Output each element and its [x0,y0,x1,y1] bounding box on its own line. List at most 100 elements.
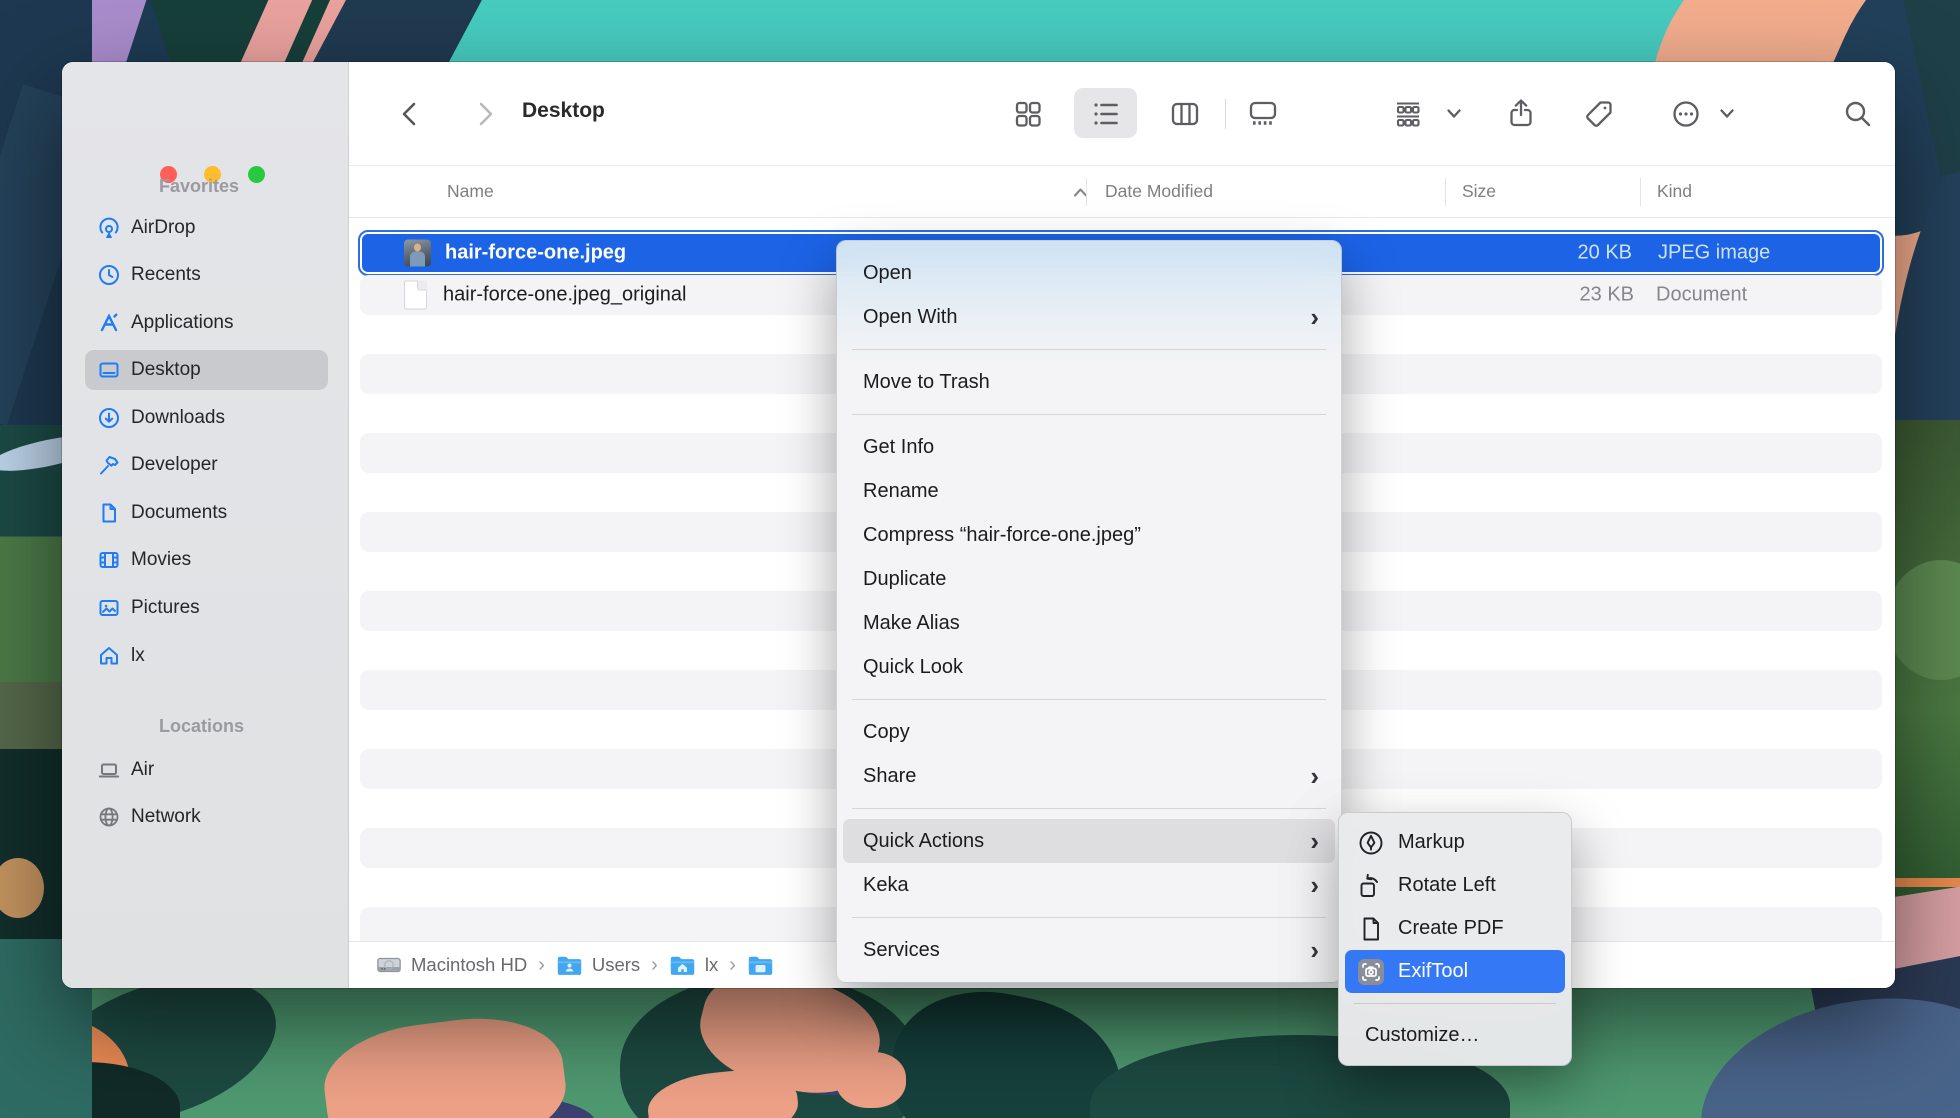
sidebar-item-documents[interactable]: Documents [85,493,328,533]
sidebar-item-home-lx[interactable]: lx [85,636,328,676]
window-title: Desktop [522,99,605,123]
submenu-item-create-pdf[interactable]: Create PDF [1345,907,1565,950]
folder-icon [747,953,774,977]
submenu-label: Create PDF [1398,917,1504,940]
path-separator: › [729,954,736,977]
sidebar-item-airdrop[interactable]: AirDrop [85,208,328,248]
submenu-label: Markup [1398,831,1465,854]
path-item-lx[interactable]: lx [669,953,718,977]
more-options-button[interactable] [1670,98,1702,130]
submenu-chevron-icon: › [1310,754,1319,798]
file-size: 23 KB [1580,283,1634,306]
menu-item-services[interactable]: Services› [837,928,1341,972]
exiftool-camera-icon [1357,958,1385,986]
context-menu: Open Open With› Move to Trash Get Info R… [836,240,1342,983]
menu-item-keka[interactable]: Keka› [837,863,1341,907]
sidebar-item-label: Movies [131,549,191,571]
column-header-kind[interactable]: Kind [1657,181,1692,202]
sidebar-item-applications[interactable]: Applications [85,303,328,343]
more-options-chevron-icon[interactable] [1719,108,1735,120]
gallery-view-button[interactable] [1247,98,1279,130]
toolbar-divider [1225,99,1226,129]
sidebar-item-label: Downloads [131,407,225,429]
column-view-button[interactable] [1169,98,1201,130]
menu-item-open-with[interactable]: Open With› [837,295,1341,339]
menu-item-duplicate[interactable]: Duplicate [837,557,1341,601]
submenu-item-exiftool[interactable]: ExifTool [1345,950,1565,993]
grid-view-button[interactable] [1012,98,1044,130]
sidebar-item-label: Network [131,806,201,828]
menu-item-share[interactable]: Share› [837,754,1341,798]
group-by-chevron-icon[interactable] [1446,108,1462,120]
menu-separator [852,349,1326,350]
menu-separator [852,808,1326,809]
column-header-size[interactable]: Size [1462,181,1496,202]
file-size: 20 KB [1578,242,1632,265]
airdrop-icon [97,216,121,240]
sidebar-item-label: lx [131,645,145,667]
folder-home-icon [669,953,696,977]
sidebar-item-label: Developer [131,454,218,476]
laptop-icon [97,758,121,782]
column-header-name[interactable]: Name [447,181,494,202]
sidebar-item-air[interactable]: Air [85,750,328,790]
sidebar-item-label: Air [131,759,154,781]
download-icon [97,406,121,430]
column-divider[interactable] [1086,178,1087,206]
share-button[interactable] [1505,98,1537,130]
group-by-button[interactable] [1392,98,1424,130]
column-divider[interactable] [1640,178,1641,206]
hammer-icon [97,453,121,477]
menu-separator [852,917,1326,918]
menu-item-move-to-trash[interactable]: Move to Trash [837,360,1341,404]
submenu-item-rotate-left[interactable]: Rotate Left [1345,864,1565,907]
image-thumbnail-icon [404,240,431,267]
menu-item-rename[interactable]: Rename [837,469,1341,513]
forward-button[interactable] [468,98,500,130]
sidebar-item-downloads[interactable]: Downloads [85,398,328,438]
submenu-item-customize[interactable]: Customize… [1339,1014,1571,1057]
home-icon [97,644,121,668]
path-item-folder[interactable] [747,953,783,977]
menu-item-make-alias[interactable]: Make Alias [837,601,1341,645]
menu-item-copy[interactable]: Copy [837,710,1341,754]
submenu-chevron-icon: › [1310,928,1319,972]
sidebar-item-network[interactable]: Network [85,797,328,837]
search-button[interactable] [1842,98,1874,130]
film-icon [97,548,121,572]
submenu-item-markup[interactable]: Markup [1345,821,1565,864]
path-item-macintosh-hd[interactable]: Macintosh HD [376,952,527,978]
path-item-users[interactable]: Users [556,953,640,977]
menu-item-quick-actions[interactable]: Quick Actions› [843,819,1335,863]
path-separator: › [538,954,545,977]
column-header-date-modified[interactable]: Date Modified [1105,181,1213,202]
tag-button[interactable] [1583,98,1615,130]
menu-separator [852,699,1326,700]
sidebar: Favorites AirDrop Recents Applications D… [62,62,349,988]
file-kind: Document [1656,283,1747,306]
toolbar: Desktop [349,62,1895,166]
zoom-button[interactable] [248,166,265,183]
sidebar-item-recents[interactable]: Recents [85,255,328,295]
sidebar-item-movies[interactable]: Movies [85,540,328,580]
menu-item-quick-look[interactable]: Quick Look [837,645,1341,689]
menu-item-open[interactable]: Open [837,251,1341,295]
folder-users-icon [556,953,583,977]
menu-separator [852,414,1326,415]
list-view-button[interactable] [1090,98,1122,130]
submenu-label: ExifTool [1398,960,1468,983]
blank-document-icon [404,280,427,309]
path-label: Users [592,954,640,976]
path-label: lx [705,954,718,976]
menu-item-compress[interactable]: Compress “hair-force-one.jpeg” [837,513,1341,557]
column-divider[interactable] [1445,178,1446,206]
menu-item-get-info[interactable]: Get Info [837,425,1341,469]
file-kind: JPEG image [1658,242,1770,265]
sidebar-section-favorites: Favorites [159,176,239,197]
globe-icon [97,805,121,829]
submenu-label: Rotate Left [1398,874,1496,897]
sidebar-item-pictures[interactable]: Pictures [85,588,328,628]
back-button[interactable] [395,98,427,130]
sidebar-item-developer[interactable]: Developer [85,445,328,485]
sidebar-item-desktop[interactable]: Desktop [85,350,328,390]
